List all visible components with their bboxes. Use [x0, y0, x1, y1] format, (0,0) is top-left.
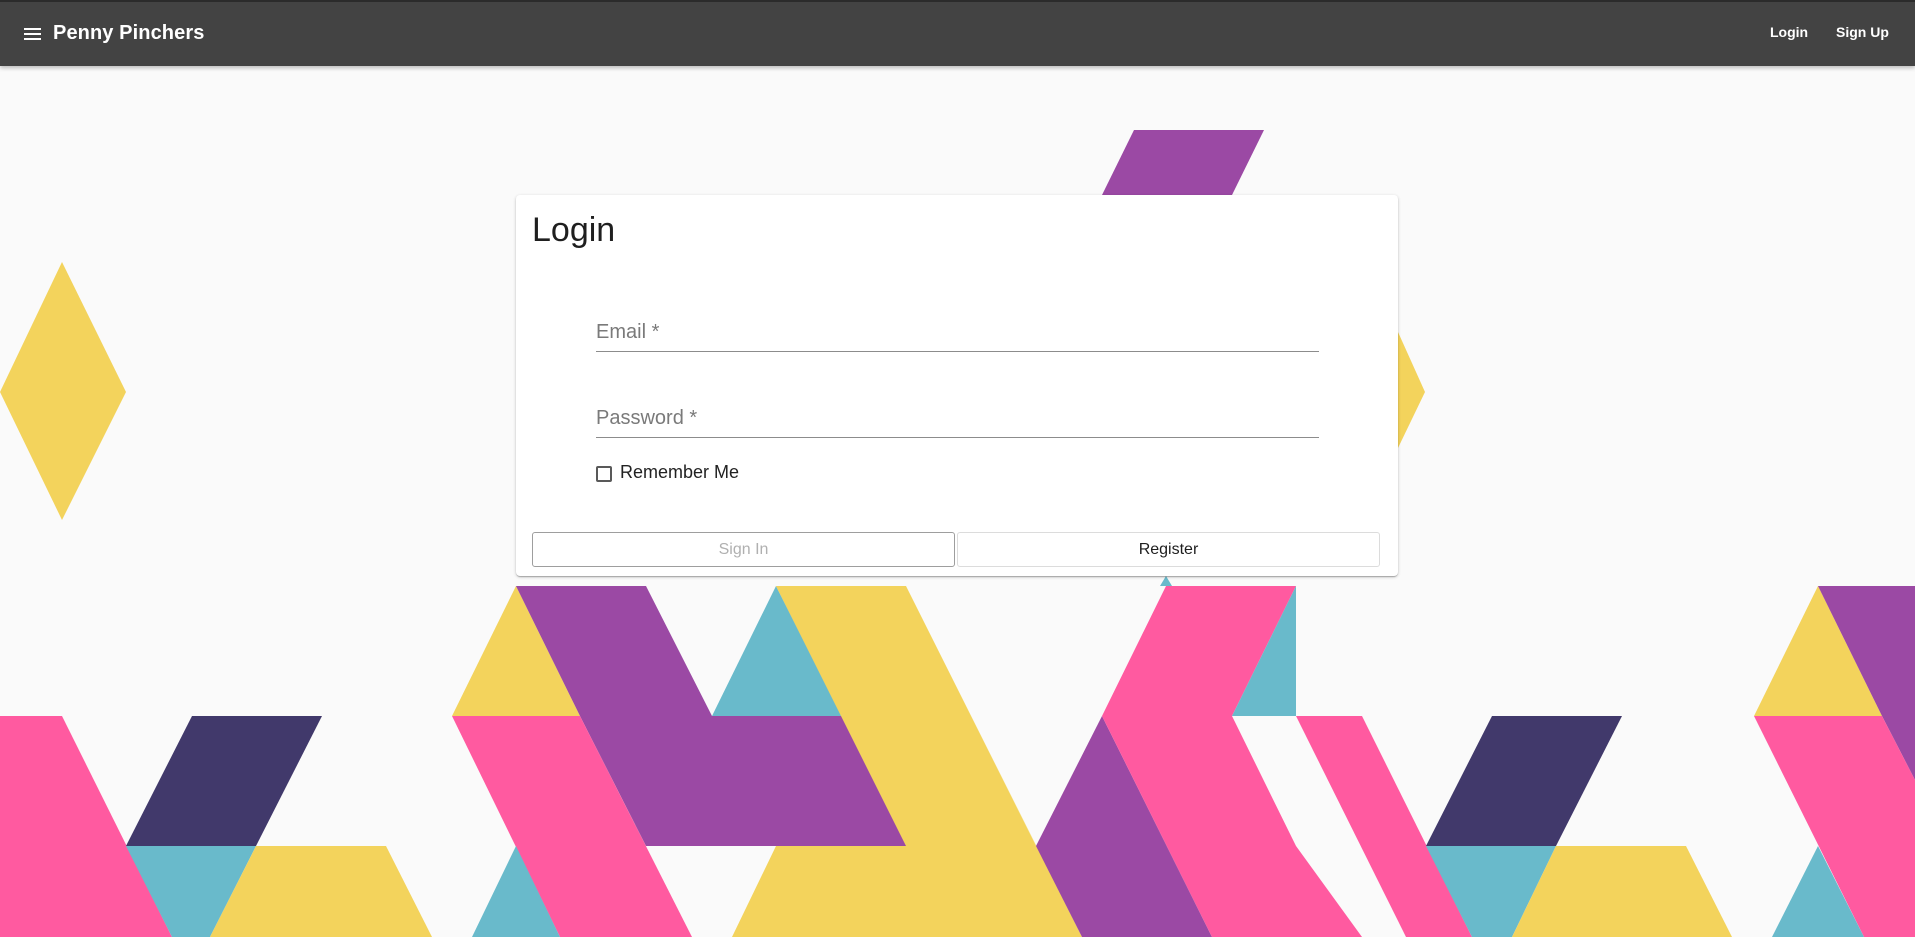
remember-me-checkbox[interactable] [596, 466, 612, 482]
nav-login-button[interactable]: Login [1770, 24, 1808, 40]
bg-shape [126, 716, 322, 846]
bg-shape [1102, 130, 1264, 195]
app-title: Penny Pinchers [53, 22, 205, 44]
register-button[interactable]: Register [957, 532, 1380, 567]
bg-shape [1426, 716, 1622, 846]
email-input[interactable] [596, 307, 1323, 353]
password-input[interactable] [596, 393, 1323, 439]
password-field[interactable]: Password * [596, 393, 1323, 439]
bg-shape [0, 262, 126, 520]
login-title: Login [532, 211, 616, 249]
bg-shape [1160, 576, 1172, 586]
app-bar: Penny Pinchers Login Sign Up [0, 0, 1915, 66]
bg-shape [1296, 846, 1362, 937]
email-field[interactable]: Email * [596, 307, 1323, 353]
sign-in-button[interactable]: Sign In [532, 532, 955, 567]
menu-icon[interactable] [22, 26, 44, 42]
nav-signup-button[interactable]: Sign Up [1836, 24, 1889, 40]
remember-me-label: Remember Me [620, 462, 740, 482]
bg-shape [1398, 332, 1425, 448]
login-card: Login Email * Password * Remember Me Sig… [516, 195, 1398, 576]
